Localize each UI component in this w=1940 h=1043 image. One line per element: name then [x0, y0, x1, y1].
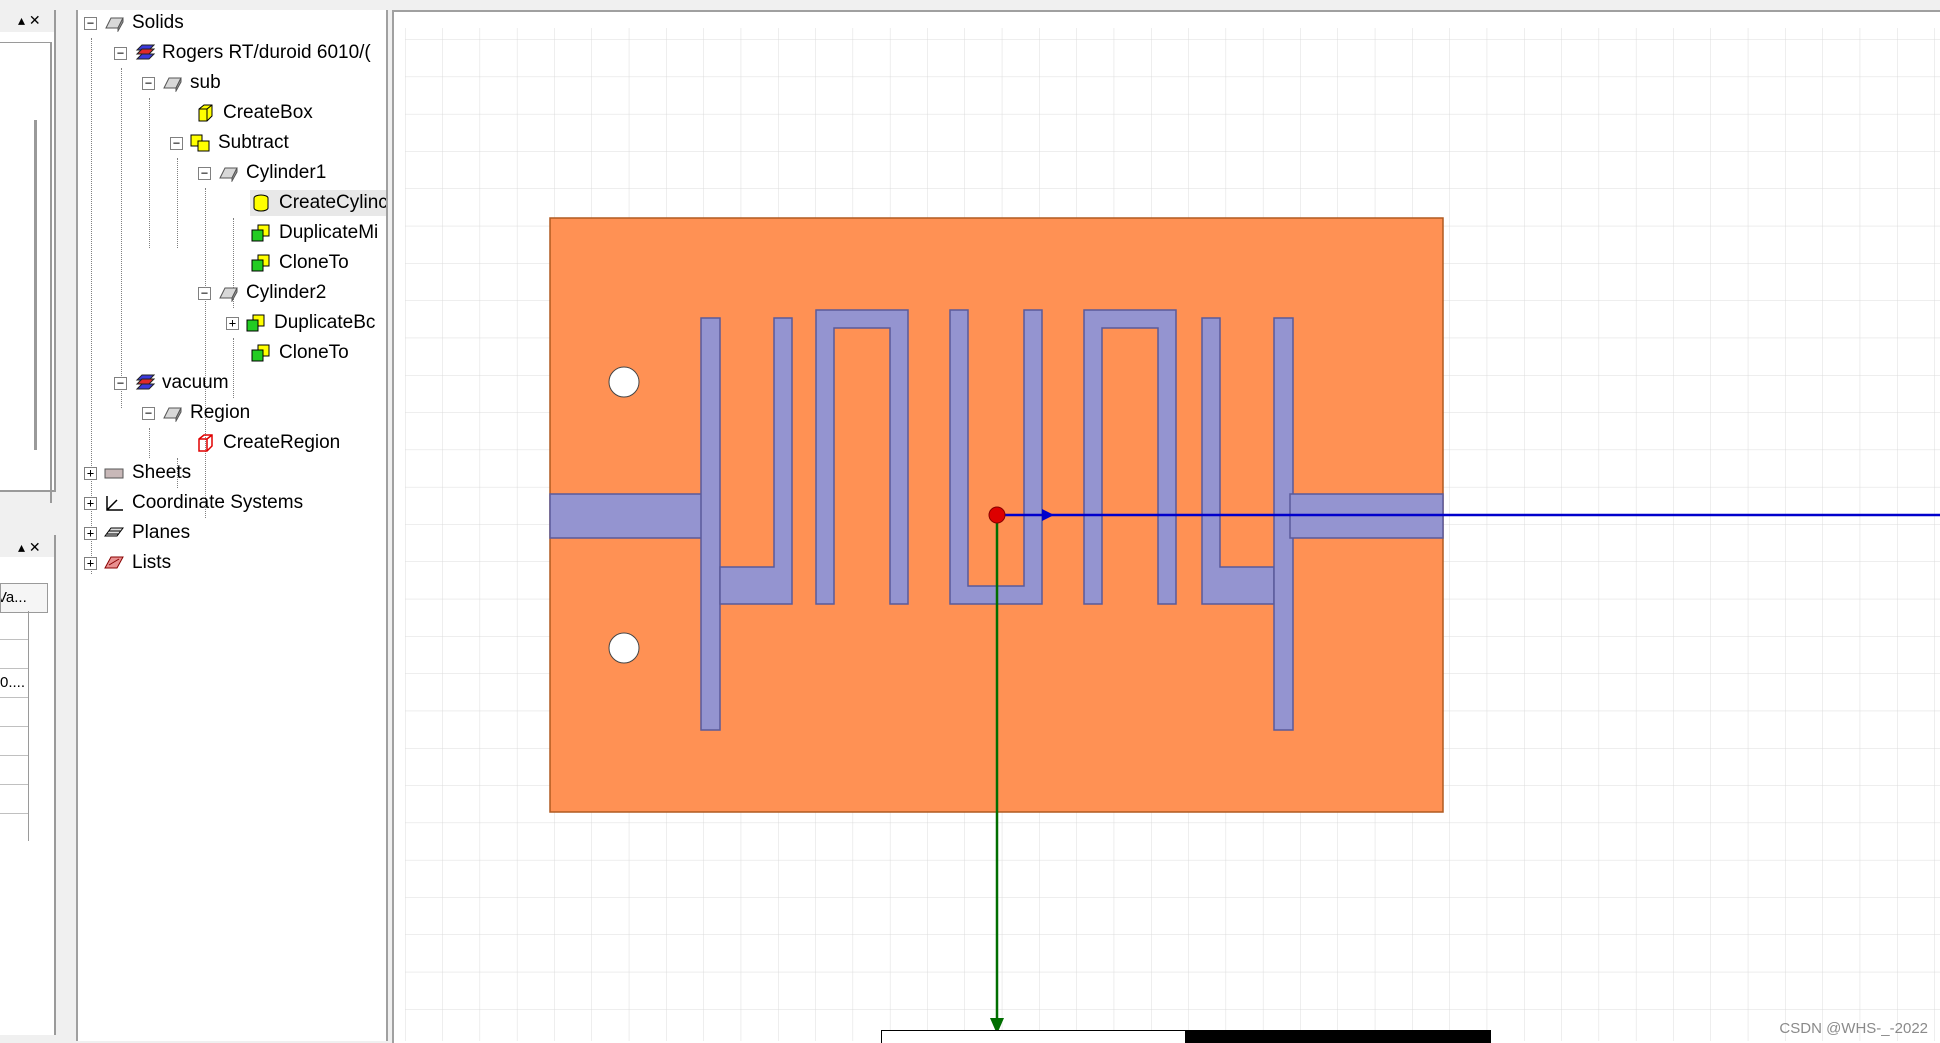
duplicate-icon — [251, 224, 270, 242]
model-canvas[interactable] — [394, 12, 1940, 1041]
create-cylinder-icon — [253, 194, 269, 212]
tree-label: Solids — [132, 12, 184, 33]
tree-label: CreateRegion — [223, 432, 341, 453]
tree-label: Cylinder1 — [246, 162, 327, 183]
expand-icon[interactable]: + — [84, 466, 97, 480]
tree-item-lists[interactable]: + Lists — [84, 550, 171, 576]
tree-item-cylinder2[interactable]: − Cylinder2 — [198, 280, 326, 306]
tree-label: CreateCylinc — [279, 192, 388, 213]
watermark: CSDN @WHS-_-2022 — [1779, 1020, 1928, 1037]
tree-item-createcylinder[interactable]: CreateCylinc — [250, 190, 388, 216]
tree-label: Cylinder2 — [246, 282, 327, 303]
model-tree: − Solids − Rogers RT/duroid 6010/( − sub… — [76, 10, 388, 1041]
tree-label: Region — [190, 402, 251, 423]
modeler-viewport[interactable]: CSDN @WHS-_-2022 — [392, 10, 1940, 1043]
collapse-icon[interactable]: − — [198, 166, 211, 180]
clone-icon — [251, 344, 270, 362]
clone-icon — [251, 254, 270, 272]
grid-header-value[interactable]: Va... — [0, 583, 48, 613]
subtract-icon — [190, 134, 210, 152]
tree-label: Coordinate Systems — [132, 492, 304, 513]
tree-item-subtract[interactable]: − Subtract — [170, 130, 289, 156]
expand-icon[interactable]: + — [84, 556, 97, 570]
material-icon — [135, 374, 155, 390]
sheet-icon — [104, 468, 124, 479]
collapse-icon[interactable]: − — [114, 46, 127, 60]
tree-label: Rogers RT/duroid 6010/( — [162, 42, 371, 63]
tree-label: sub — [190, 72, 221, 93]
tree-item-cylinder1[interactable]: − Cylinder1 — [198, 160, 326, 186]
tree-item-duplicatebody[interactable]: + DuplicateBc — [226, 310, 375, 336]
tree-item-material-rogers[interactable]: − Rogers RT/duroid 6010/( — [114, 40, 371, 66]
pane-scrollbar[interactable] — [34, 120, 37, 450]
tree-label: Sheets — [132, 462, 192, 483]
tree-item-coordinate-systems[interactable]: + Coordinate Systems — [84, 490, 303, 516]
variables-pane: ▴ ✕ Va... 0.... — [0, 535, 56, 1035]
expand-icon[interactable]: + — [226, 316, 239, 330]
tree-item-createregion[interactable]: CreateRegion — [194, 430, 340, 456]
solid-group-icon — [105, 17, 124, 32]
create-region-icon — [198, 434, 213, 452]
tree-label: DuplicateBc — [274, 312, 376, 333]
tree-item-cloneto-1[interactable]: CloneTo — [250, 250, 349, 276]
solid-icon — [163, 77, 182, 92]
tree-item-duplicatemirror[interactable]: DuplicateMi — [250, 220, 378, 246]
tree-label: CloneTo — [279, 252, 349, 273]
coordinate-system-icon — [106, 496, 123, 511]
expand-icon[interactable]: + — [84, 526, 97, 540]
tree-label: Lists — [132, 552, 172, 573]
via-hole[interactable] — [608, 366, 640, 398]
via-hole[interactable] — [608, 632, 640, 664]
tree-item-solids[interactable]: − Solids — [84, 10, 184, 36]
collapse-icon[interactable]: − — [170, 136, 183, 150]
collapse-icon[interactable]: − — [142, 76, 155, 90]
origin-marker — [988, 506, 1006, 524]
properties-pane: ▴ ✕ — [0, 10, 56, 503]
collapse-icon[interactable]: − — [142, 406, 155, 420]
scale-ruler-white — [881, 1030, 1187, 1043]
tree-label: CreateBox — [223, 102, 313, 123]
duplicate-icon — [246, 314, 265, 332]
collapse-icon[interactable]: − — [198, 286, 211, 300]
tree-label: CloneTo — [279, 342, 349, 363]
grid-cell[interactable]: 0.... — [0, 669, 28, 698]
tree-item-createbox[interactable]: CreateBox — [194, 100, 313, 126]
scale-ruler-black — [1185, 1030, 1491, 1043]
tree-item-sub[interactable]: − sub — [142, 70, 221, 96]
material-icon — [135, 44, 155, 60]
tree-item-planes[interactable]: + Planes — [84, 520, 190, 546]
variables-pane-titlebar: ▴ ✕ — [0, 535, 54, 557]
tree-label: DuplicateMi — [279, 222, 379, 243]
tree-label: Subtract — [218, 132, 289, 153]
tree-label: Planes — [132, 522, 191, 543]
grid-column: 0.... — [0, 611, 29, 841]
tree-item-cloneto-2[interactable]: CloneTo — [250, 340, 349, 366]
create-box-icon — [198, 104, 213, 122]
tree-item-vacuum[interactable]: − vacuum — [114, 370, 229, 396]
tree-item-region[interactable]: − Region — [142, 400, 250, 426]
planes-icon — [104, 527, 124, 537]
tree-label: vacuum — [162, 372, 229, 393]
tree-item-sheets[interactable]: + Sheets — [84, 460, 191, 486]
properties-pane-titlebar: ▴ ✕ — [0, 10, 54, 32]
solid-icon — [219, 167, 238, 182]
pane-controls[interactable]: ▴ ✕ — [18, 12, 41, 29]
lists-icon — [104, 556, 124, 569]
expand-icon[interactable]: + — [84, 496, 97, 510]
solid-icon — [163, 407, 182, 422]
solid-icon — [219, 287, 238, 302]
collapse-icon[interactable]: − — [84, 16, 97, 30]
collapse-icon[interactable]: − — [114, 376, 127, 390]
pane2-controls[interactable]: ▴ ✕ — [18, 539, 41, 556]
